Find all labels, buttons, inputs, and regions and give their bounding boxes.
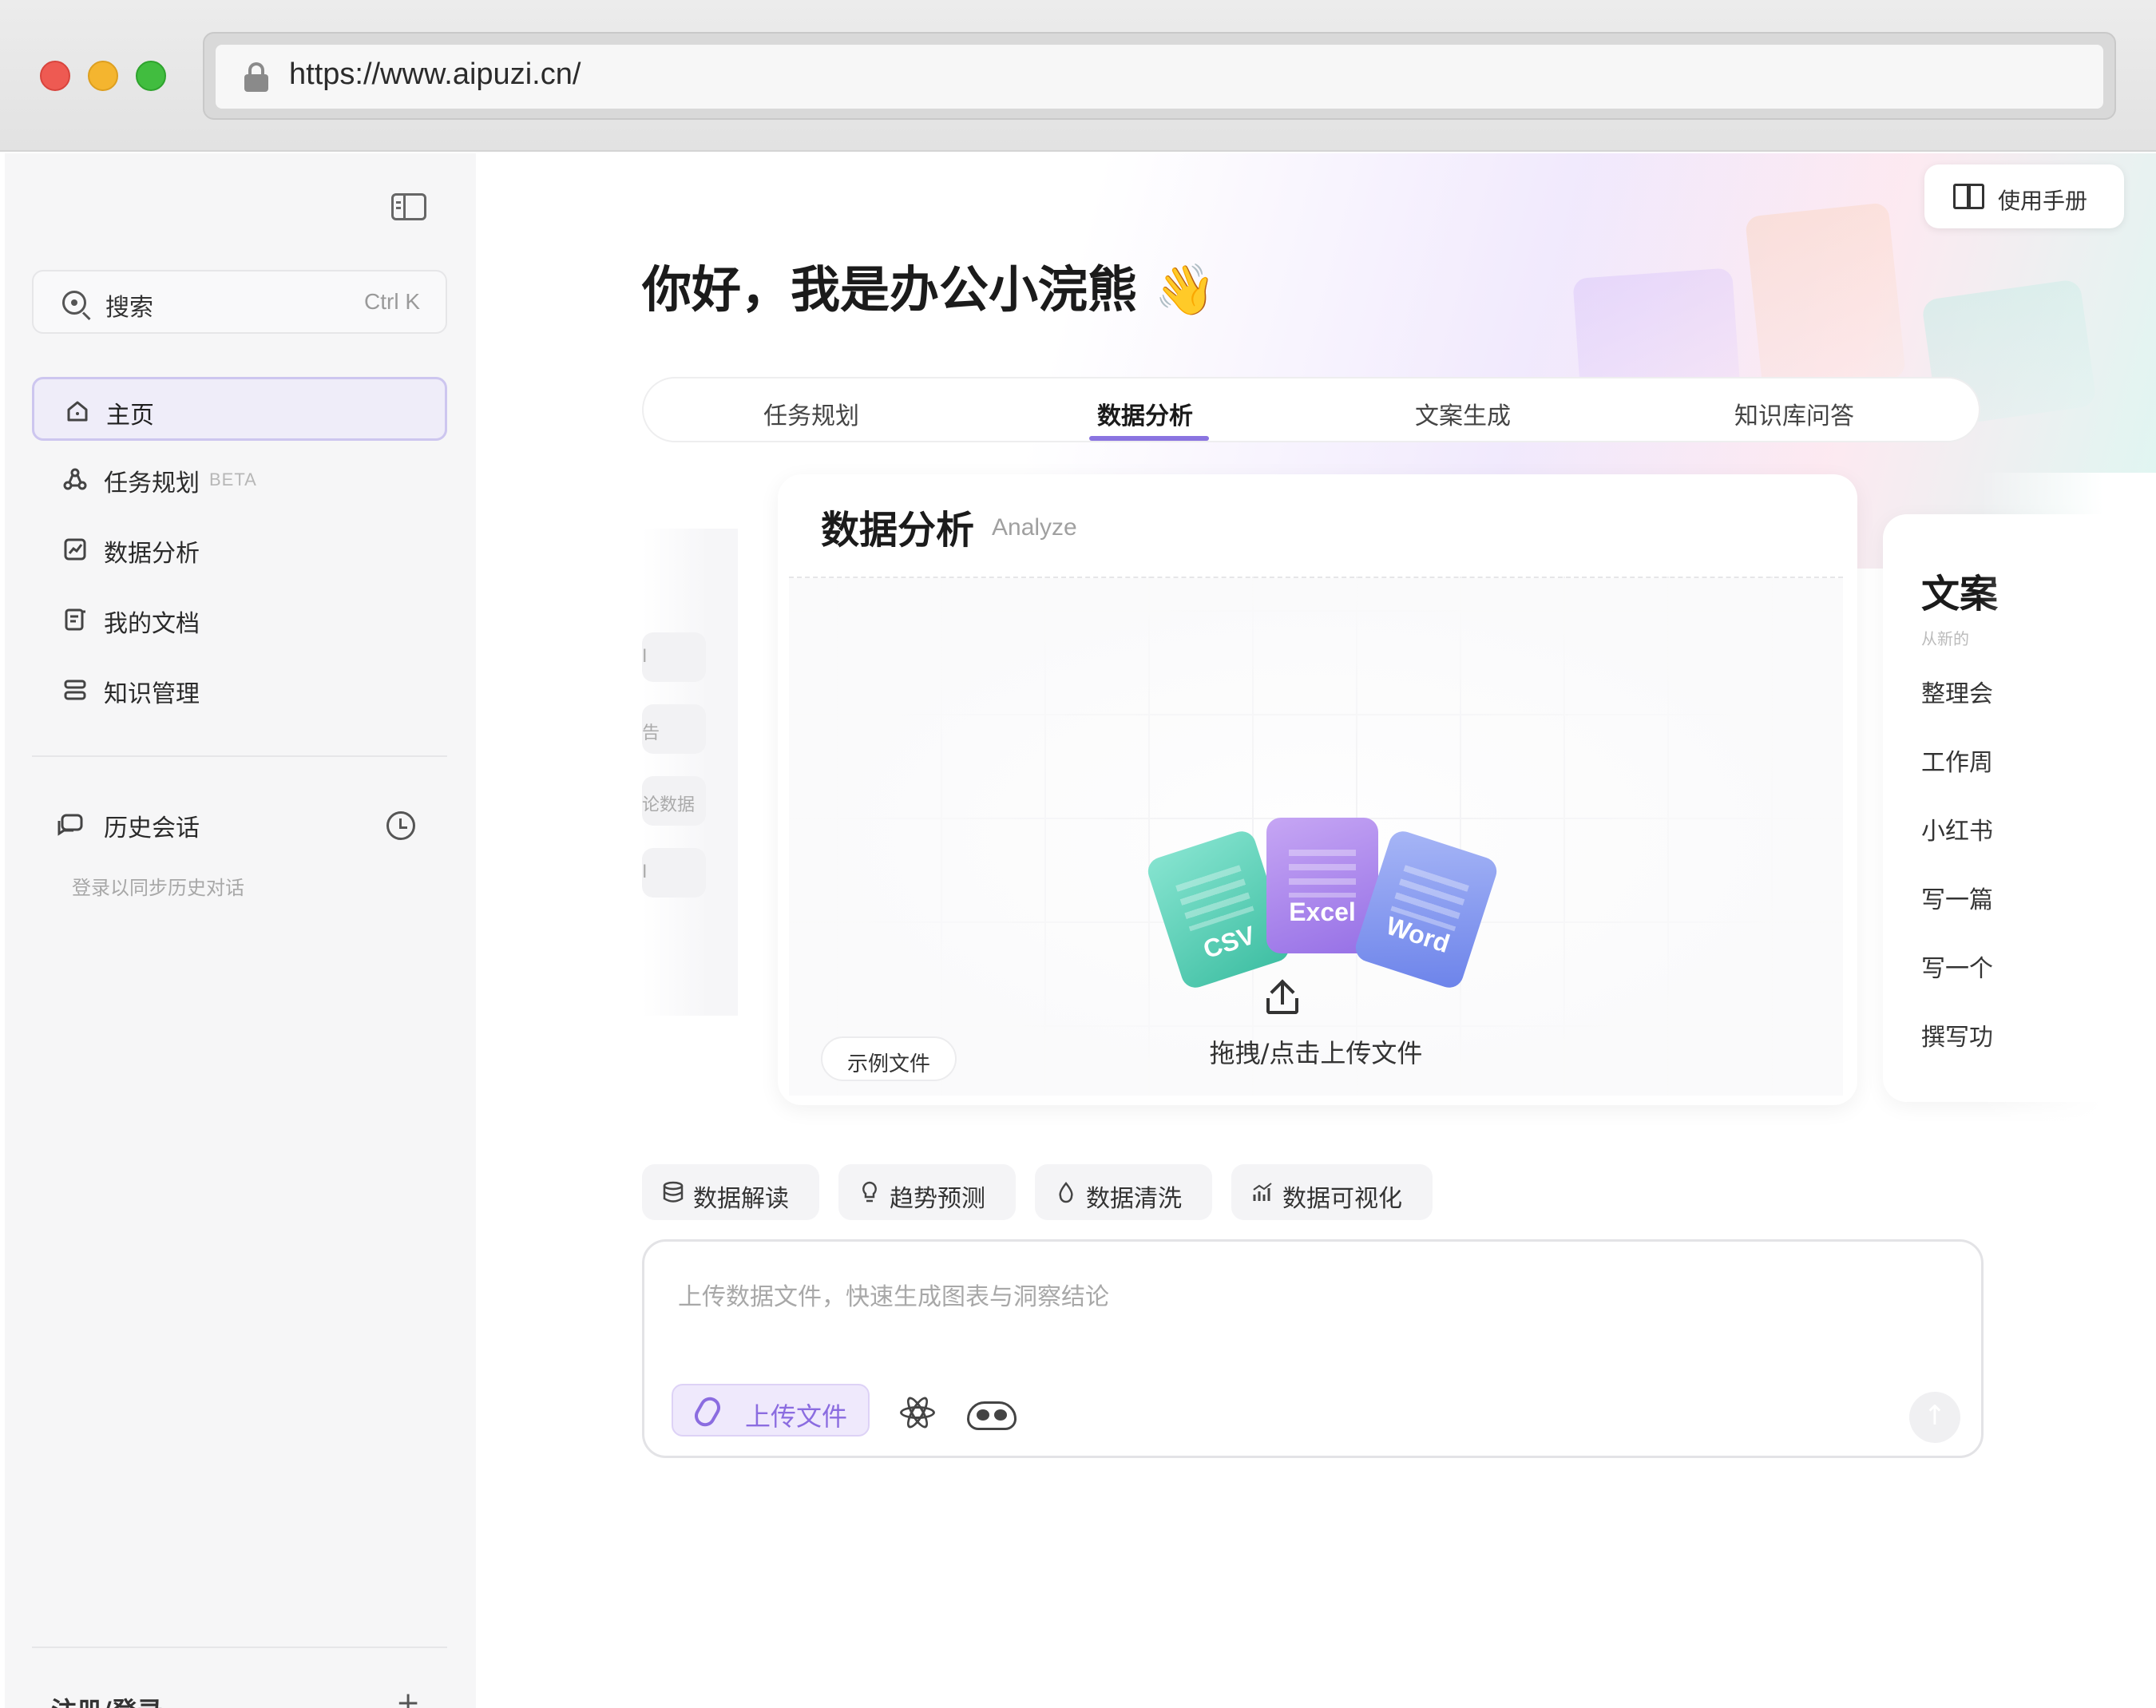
search-icon — [62, 291, 86, 315]
task-plan-icon — [63, 468, 87, 490]
book-icon — [1953, 184, 1985, 209]
sidebar-divider — [32, 755, 447, 757]
ghost-item — [642, 632, 706, 682]
droplet-icon — [1059, 1182, 1073, 1203]
maximize-window-button[interactable] — [136, 61, 166, 91]
sidebar-bottom-divider — [32, 1647, 447, 1648]
ghost-item-text: 告 — [642, 723, 660, 743]
card-title: 数据分析 — [821, 508, 975, 553]
sidebar: 搜索 Ctrl K 主页 任务规划 BETA 数据分析 我的文档 知识管理 历史… — [5, 153, 476, 1708]
sidebar-toggle-icon[interactable] — [391, 193, 426, 220]
bar-chart-icon — [1253, 1183, 1272, 1201]
feature-tabs: 任务规划 数据分析 文案生成 知识库问答 — [642, 377, 1980, 442]
sidebar-item-knowledge[interactable]: 知识管理 — [32, 658, 447, 722]
home-icon — [67, 401, 88, 422]
chip-trend-prediction[interactable]: 趋势预测 — [838, 1164, 1016, 1220]
chip-label: 数据可视化 — [1282, 1185, 1402, 1213]
minimize-window-button[interactable] — [88, 61, 118, 91]
sample-files-button[interactable]: 示例文件 — [821, 1036, 957, 1081]
ghost-item — [642, 848, 706, 898]
clock-icon[interactable] — [386, 811, 415, 840]
close-window-button[interactable] — [40, 61, 70, 91]
upload-file-label: 上传文件 — [745, 1401, 848, 1432]
login-link[interactable]: 注册/登录 — [51, 1691, 163, 1708]
tab-task-plan[interactable]: 任务规划 — [763, 396, 859, 431]
chip-label: 趋势预测 — [890, 1185, 985, 1213]
user-manual-button[interactable]: 使用手册 — [1924, 164, 2124, 228]
chat-history-icon — [57, 814, 83, 836]
sample-files-label: 示例文件 — [846, 1052, 930, 1076]
sidebar-item-task-plan[interactable]: 任务规划 BETA — [32, 447, 447, 511]
sidebar-item-label: 知识管理 — [104, 680, 200, 708]
chip-label: 数据解读 — [693, 1185, 789, 1213]
upload-file-button[interactable]: 上传文件 — [672, 1384, 870, 1437]
sidebar-item-label: 任务规划 — [104, 470, 200, 497]
sidebar-item-my-docs[interactable]: 我的文档 — [32, 588, 447, 652]
lightbulb-icon — [862, 1181, 877, 1203]
card-subtitle: 从新的 — [1921, 629, 1969, 648]
decorative-shape — [1744, 202, 1907, 392]
excel-label: Excel — [1289, 898, 1356, 926]
sidebar-item-label: 数据分析 — [104, 540, 200, 568]
chip-data-cleaning[interactable]: 数据清洗 — [1035, 1164, 1212, 1220]
chart-icon — [64, 538, 86, 561]
tab-data-analysis[interactable]: 数据分析 — [1097, 396, 1193, 431]
history-title: 历史会话 — [104, 814, 200, 842]
active-tab-indicator — [1089, 436, 1209, 441]
carousel-fade — [1980, 473, 2156, 1127]
greeting-title: 你好，我是办公小浣熊 👋 — [642, 260, 1216, 319]
sidebar-item-data-analysis[interactable]: 数据分析 — [32, 517, 447, 581]
paperclip-icon — [691, 1393, 724, 1430]
prompt-input-placeholder[interactable]: 上传数据文件，快速生成图表与洞察结论 — [678, 1277, 1109, 1312]
main-content: 使用手册 你好，我是办公小浣熊 👋 任务规划 数据分析 文案生成 知识库问答 I… — [476, 153, 2156, 1708]
url-text[interactable]: https://www.aipuzi.cn/ — [289, 57, 581, 92]
history-hint: 登录以同步历史对话 — [72, 877, 244, 899]
ghost-item-text: I — [642, 862, 648, 882]
search-label: 搜索 — [105, 294, 153, 322]
chip-data-visualization[interactable]: 数据可视化 — [1231, 1164, 1433, 1220]
send-button[interactable] — [1909, 1392, 1960, 1443]
lock-icon — [244, 62, 268, 92]
document-icon — [65, 608, 85, 631]
beta-badge: BETA — [209, 470, 257, 489]
data-analysis-card: 数据分析 Analyze CSV Excel Word 拖拽/点击上传文件 示例… — [778, 474, 1857, 1105]
atom-icon[interactable] — [900, 1393, 935, 1432]
knowledge-icon — [64, 680, 86, 700]
sidebar-item-label: 主页 — [106, 402, 154, 430]
sidebar-item-home[interactable]: 主页 — [32, 377, 447, 441]
ghost-item-text: I — [642, 647, 648, 667]
tab-copywriting[interactable]: 文案生成 — [1415, 396, 1511, 431]
database-icon — [663, 1181, 684, 1203]
browser-chrome: https://www.aipuzi.cn/ — [0, 0, 2156, 152]
search-box[interactable]: 搜索 Ctrl K — [32, 270, 447, 334]
card-subtitle: Analyze — [992, 514, 1077, 541]
chip-data-interpretation[interactable]: 数据解读 — [642, 1164, 819, 1220]
chip-label: 数据清洗 — [1086, 1185, 1182, 1213]
carousel-card-left[interactable] — [642, 529, 738, 1016]
search-shortcut: Ctrl K — [364, 289, 420, 314]
ghost-item-text: 论数据 — [642, 795, 696, 815]
tab-knowledge-qa[interactable]: 知识库问答 — [1734, 396, 1854, 431]
prompt-input-box[interactable]: 上传数据文件，快速生成图表与洞察结论 上传文件 — [642, 1239, 1984, 1458]
upload-icon — [1265, 979, 1300, 1016]
plus-icon[interactable]: + — [396, 1686, 420, 1708]
user-manual-label: 使用手册 — [1998, 188, 2088, 214]
sidebar-item-label: 我的文档 — [104, 610, 200, 638]
raccoon-icon[interactable] — [967, 1393, 1017, 1430]
file-dropzone[interactable]: CSV Excel Word 拖拽/点击上传文件 示例文件 — [789, 577, 1843, 1096]
